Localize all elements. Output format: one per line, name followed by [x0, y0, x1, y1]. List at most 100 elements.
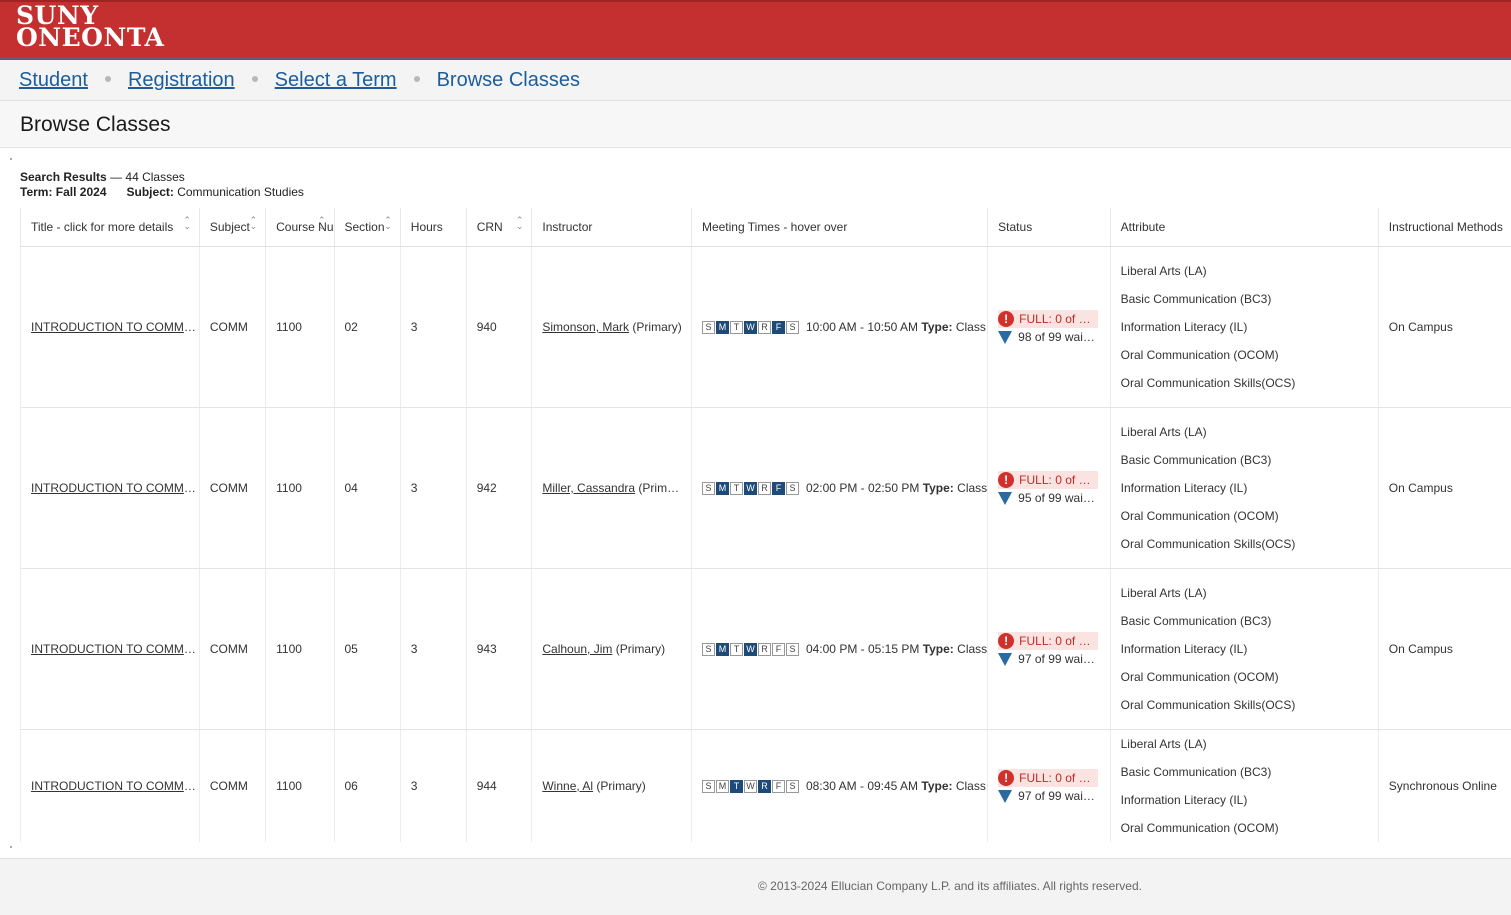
attribute-item: Basic Communication (BC3): [1121, 285, 1378, 313]
results-count: — 44 Classes: [110, 170, 185, 184]
col-header-title[interactable]: Title - click for more details⌃⌄: [21, 208, 200, 247]
cell-section: 06: [334, 730, 400, 843]
meeting-days: SMTWRFS: [702, 482, 800, 495]
footer: © 2013-2024 Ellucian Company L.P. and it…: [0, 858, 1511, 915]
course-title-link[interactable]: INTRODUCTION TO COMMUNICATION: [31, 481, 196, 495]
instructor-link[interactable]: Simonson, Mark: [542, 320, 629, 334]
table-row[interactable]: INTRODUCTION TO COMMUNICATIONCOMM1100063…: [21, 730, 1511, 843]
waitlist-text: 97 of 99 waitlist seats remain.: [1018, 789, 1098, 803]
cell-instructional-method: On Campus: [1378, 408, 1511, 569]
breadcrumb-select-term-link[interactable]: Select a Term: [275, 69, 397, 91]
col-header-subject[interactable]: Subject⌃⌄: [199, 208, 265, 247]
col-header-instructor: Instructor: [532, 208, 692, 247]
col-header-course[interactable]: Course Nu⌃⌄: [266, 208, 334, 247]
sort-icon[interactable]: ⌃⌄: [384, 217, 392, 229]
col-header-section[interactable]: Section⌃⌄: [334, 208, 400, 247]
suny-oneonta-logo[interactable]: SUNY ONEONTA: [16, 5, 164, 49]
sort-icon[interactable]: ⌃⌄: [183, 217, 191, 229]
col-header-meeting: Meeting Times - hover over: [691, 208, 987, 247]
resize-corner-top: [10, 158, 12, 160]
attribute-item: Information Literacy (IL): [1121, 313, 1378, 341]
meeting-time: 02:00 PM - 02:50 PM: [806, 481, 919, 495]
cell-attribute: Liberal Arts (LA)Basic Communication (BC…: [1110, 730, 1378, 843]
meeting-day-box: R: [758, 321, 771, 334]
col-header-crn[interactable]: CRN⌃⌄: [466, 208, 532, 247]
cell-title[interactable]: INTRODUCTION TO COMMUNICATION: [21, 730, 200, 843]
meeting-type-label: Type:: [921, 779, 952, 793]
meeting-time: 10:00 AM - 10:50 AM: [806, 320, 918, 334]
sort-icon[interactable]: ⌃⌄: [250, 217, 258, 229]
attribute-item: Basic Communication (BC3): [1121, 607, 1378, 635]
attribute-item: Basic Communication (BC3): [1121, 758, 1378, 786]
col-header-subject-label: Subject: [210, 220, 250, 234]
full-label: FULL:: [1019, 634, 1052, 648]
course-title-link[interactable]: INTRODUCTION TO COMMUNICATION: [31, 642, 196, 656]
sort-icon[interactable]: ⌃⌄: [318, 217, 326, 229]
cell-status: !FULL: 0 of 25 seats remain.95 of 99 wai…: [988, 408, 1110, 569]
subject-value: Communication Studies: [177, 185, 304, 199]
cell-meeting-times[interactable]: SMTWRFS04:00 PM - 05:15 PM Type: Class: [691, 569, 987, 730]
meeting-type-label: Type:: [921, 320, 952, 334]
attribute-item: Oral Communication (OCOM): [1121, 663, 1378, 691]
course-title-link[interactable]: INTRODUCTION TO COMMUNICATION: [31, 779, 196, 793]
attribute-item: Basic Communication (BC3): [1121, 446, 1378, 474]
breadcrumb-student-link[interactable]: Student: [19, 69, 88, 91]
attribute-item: Oral Communication (OCOM): [1121, 502, 1378, 530]
col-header-hours: Hours: [400, 208, 466, 247]
attribute-item: Information Literacy (IL): [1121, 786, 1378, 814]
meeting-day-box: R: [758, 482, 771, 495]
cell-meeting-times[interactable]: SMTWRFS02:00 PM - 02:50 PM Type: Class: [691, 408, 987, 569]
meeting-type-value: Class: [956, 320, 986, 334]
col-header-instructor-label: Instructor: [542, 220, 592, 234]
full-label: FULL:: [1019, 312, 1052, 326]
cell-attribute: Liberal Arts (LA)Basic Communication (BC…: [1110, 569, 1378, 730]
meeting-day-box: M: [716, 780, 729, 793]
cell-title[interactable]: INTRODUCTION TO COMMUNICATION: [21, 569, 200, 730]
cell-status: !FULL: 0 of 25 seats remain.97 of 99 wai…: [988, 730, 1110, 843]
search-results-summary: Search Results — 44 Classes Term: Fall 2…: [20, 170, 304, 200]
table-row[interactable]: INTRODUCTION TO COMMUNICATIONCOMM1100023…: [21, 247, 1511, 408]
table-row[interactable]: INTRODUCTION TO COMMUNICATIONCOMM1100053…: [21, 569, 1511, 730]
waitlist-text: 97 of 99 waitlist seats remain.: [1018, 652, 1098, 666]
col-header-section-label: Section: [345, 220, 385, 234]
cell-title[interactable]: INTRODUCTION TO COMMUNICATION: [21, 408, 200, 569]
attribute-item: Oral Communication (OCOM): [1121, 814, 1378, 842]
term-value: Fall 2024: [56, 185, 107, 199]
attribute-item: Liberal Arts (LA): [1121, 257, 1378, 285]
meeting-days: SMTWRFS: [702, 780, 800, 793]
page-title: Browse Classes: [20, 113, 171, 137]
meeting-days: SMTWRFS: [702, 321, 800, 334]
alert-icon: !: [998, 770, 1014, 786]
cell-meeting-times[interactable]: SMTWRFS 10:00 AM - 10:50 AM Type: Class: [691, 247, 987, 408]
meeting-day-box: M: [716, 321, 729, 334]
meeting-day-box: M: [716, 643, 729, 656]
instructor-role: (Primary): [616, 642, 665, 656]
cell-hours: 3: [400, 730, 466, 843]
copyright-text: © 2013-2024 Ellucian Company L.P. and it…: [758, 879, 1142, 893]
instructor-link[interactable]: Calhoun, Jim: [542, 642, 612, 656]
waitlist-status: 97 of 99 waitlist seats remain.: [998, 652, 1098, 666]
cell-title[interactable]: INTRODUCTION TO COMMUNICATION: [21, 247, 200, 408]
meeting-day-box: S: [786, 643, 799, 656]
table-row[interactable]: INTRODUCTION TO COMMUNICATIONCOMM1100043…: [21, 408, 1511, 569]
cell-attribute: Liberal Arts (LA)Basic Communication (BC…: [1110, 247, 1378, 408]
meeting-day-box: T: [730, 643, 743, 656]
instructor-link[interactable]: Winne, Al: [542, 779, 593, 793]
resize-corner-bottom: [10, 846, 12, 848]
sort-icon[interactable]: ⌃⌄: [516, 217, 524, 229]
course-title-link[interactable]: INTRODUCTION TO COMMUNICATION: [31, 320, 196, 334]
col-header-hours-label: Hours: [411, 220, 443, 234]
alert-icon: !: [998, 472, 1014, 488]
cell-crn: 944: [466, 730, 532, 843]
instructor-link[interactable]: Miller, Cassandra: [542, 481, 635, 495]
attribute-item: Liberal Arts (LA): [1121, 418, 1378, 446]
meeting-days: SMTWRFS: [702, 643, 800, 656]
waitlist-text: 98 of 99 waitlist seats remain.: [1018, 330, 1098, 344]
cell-meeting-times[interactable]: SMTWRFS08:30 AM - 09:45 AM Type: Class: [691, 730, 987, 843]
cell-attribute: Liberal Arts (LA)Basic Communication (BC…: [1110, 408, 1378, 569]
breadcrumb-registration-link[interactable]: Registration: [128, 69, 235, 91]
col-header-status-label: Status: [998, 220, 1032, 234]
waitlist-status: 97 of 99 waitlist seats remain.: [998, 789, 1098, 803]
meeting-day-box: T: [730, 482, 743, 495]
cell-instructional-method: Synchronous Online: [1378, 730, 1511, 843]
